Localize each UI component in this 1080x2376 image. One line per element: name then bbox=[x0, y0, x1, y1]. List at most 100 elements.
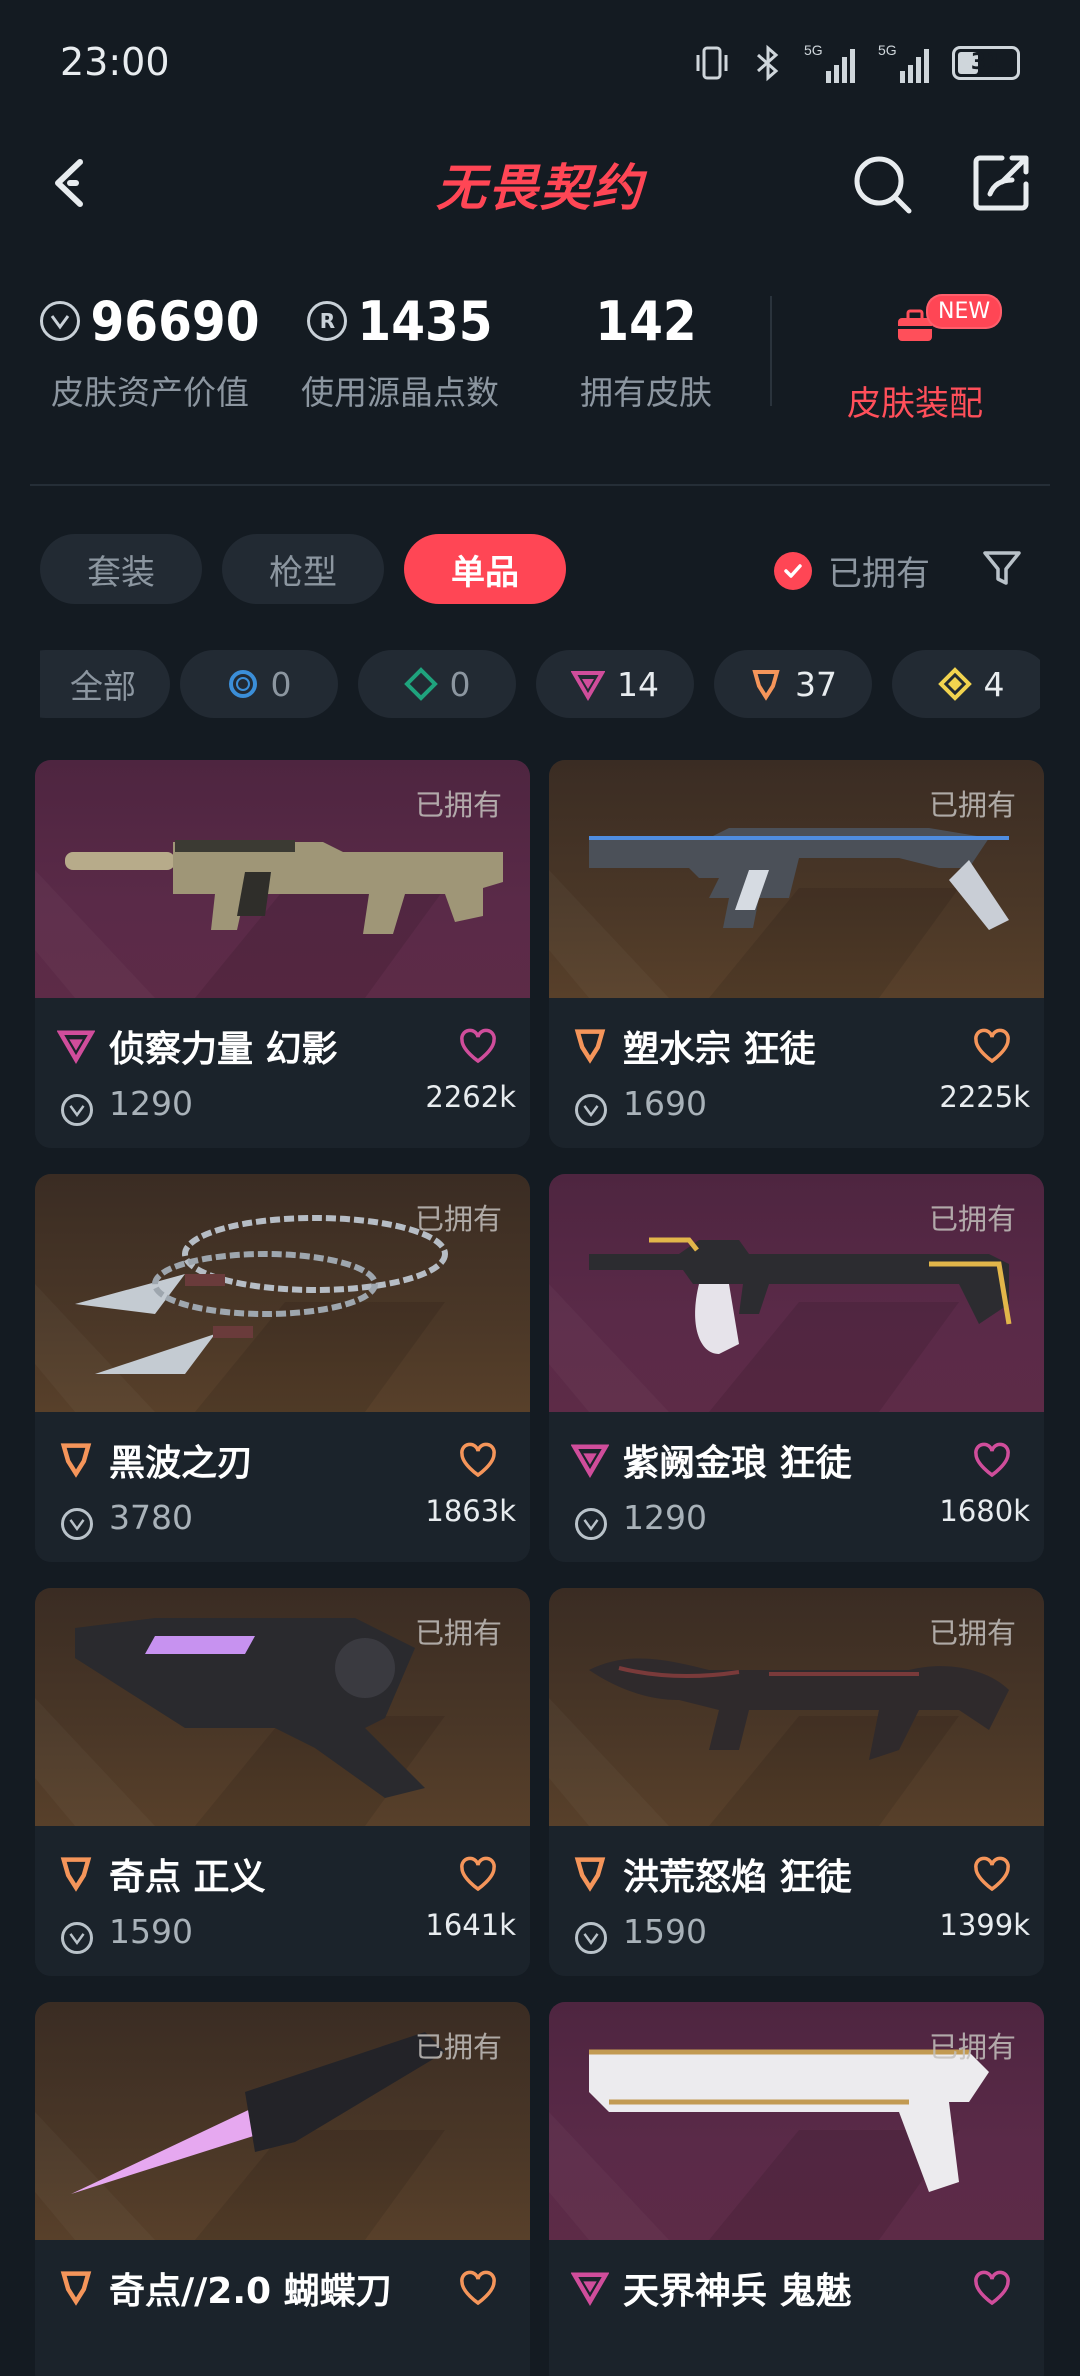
skin-price: 1290 bbox=[109, 1084, 193, 1123]
heart-icon[interactable] bbox=[458, 1856, 498, 1892]
skin-likes: 1641k bbox=[425, 1908, 516, 1942]
skin-name: 奇点 正义 bbox=[109, 1857, 266, 1898]
radianite-icon: R bbox=[307, 301, 348, 341]
skin-loadout-label: 皮肤装配 bbox=[847, 384, 983, 424]
vp-coin-icon bbox=[575, 1508, 607, 1540]
stat-value: 142 bbox=[595, 289, 697, 353]
stat-label: 皮肤资产价值 bbox=[51, 373, 249, 412]
chip-ultra[interactable]: 4 bbox=[892, 650, 1040, 718]
heart-icon[interactable] bbox=[458, 1028, 498, 1064]
skin-price: 1590 bbox=[109, 1912, 193, 1951]
tab-bundle[interactable]: 套装 bbox=[40, 534, 202, 604]
skin-likes: 1680k bbox=[939, 1494, 1030, 1528]
owned-tag: 已拥有 bbox=[928, 1202, 1016, 1236]
chip-count: 0 bbox=[449, 664, 471, 704]
owned-tag: 已拥有 bbox=[414, 1202, 502, 1236]
skin-image: 已拥有 bbox=[549, 1174, 1044, 1412]
app-header: 无畏契约 bbox=[0, 126, 1080, 246]
heart-icon[interactable] bbox=[458, 2270, 498, 2306]
owned-filter-label: 已拥有 bbox=[828, 554, 930, 594]
checkmark-icon bbox=[774, 551, 812, 590]
heart-icon[interactable] bbox=[972, 2270, 1012, 2306]
skin-likes: 1399k bbox=[939, 1908, 1030, 1942]
heart-icon[interactable] bbox=[972, 1856, 1012, 1892]
bluetooth-icon bbox=[757, 44, 779, 82]
deluxe-tier-icon bbox=[403, 667, 438, 701]
vp-coin-icon bbox=[61, 1922, 93, 1954]
stat-value: 1435 bbox=[357, 289, 493, 353]
owned-tag: 已拥有 bbox=[414, 1616, 502, 1650]
skin-likes: 1863k bbox=[425, 1494, 516, 1528]
skin-name: 塑水宗 狂徒 bbox=[623, 1029, 816, 1070]
skin-price: 1690 bbox=[623, 1084, 707, 1123]
skin-image: 已拥有 bbox=[35, 760, 530, 998]
exclusive-tier-icon bbox=[60, 2271, 92, 2306]
heart-icon[interactable] bbox=[458, 1442, 498, 1478]
exclusive-tier-icon bbox=[574, 1029, 606, 1064]
owned-tag: 已拥有 bbox=[928, 2030, 1016, 2064]
category-tabs: 套装 枪型 单品 bbox=[40, 534, 566, 604]
chip-all[interactable]: 全部 bbox=[40, 650, 170, 718]
vp-coin-icon bbox=[61, 1508, 93, 1540]
exclusive-tier-icon bbox=[752, 670, 780, 701]
heart-icon[interactable] bbox=[972, 1442, 1012, 1478]
skin-card[interactable]: 已拥有 天界神兵 鬼魅 bbox=[549, 2002, 1044, 2376]
status-bar: 23:00 5G 5G 31 bbox=[0, 0, 1080, 126]
premium-tier-icon bbox=[57, 1030, 95, 1064]
battery-icon: 31 bbox=[952, 46, 1020, 80]
tab-weapon-type[interactable]: 枪型 bbox=[222, 534, 384, 604]
skin-card[interactable]: 已拥有 黑波之刃 3780 1863k bbox=[35, 1174, 530, 1562]
skin-card[interactable]: 已拥有 紫阙金琅 狂徒 1290 1680k bbox=[549, 1174, 1044, 1562]
new-badge: NEW bbox=[926, 294, 1003, 329]
skin-card[interactable]: 已拥有 侦察力量 幻影 1290 2262k bbox=[35, 760, 530, 1148]
skin-card[interactable]: 已拥有 奇点 正义 1590 1641k bbox=[35, 1588, 530, 1976]
app-title: 无畏契约 bbox=[436, 159, 644, 217]
vp-coin-icon bbox=[61, 1094, 93, 1126]
stat-owned-skins: 142 拥有皮肤 bbox=[546, 290, 746, 414]
vp-coin-icon bbox=[575, 1922, 607, 1954]
skin-image: 已拥有 bbox=[549, 2002, 1044, 2240]
search-button[interactable] bbox=[850, 152, 916, 218]
stats-panel: 96690 皮肤资产价值 R 1435 使用源晶点数 142 拥有皮肤 NEW … bbox=[0, 260, 1080, 430]
owned-tag: 已拥有 bbox=[928, 1616, 1016, 1650]
stat-value: 96690 bbox=[90, 289, 260, 353]
skin-name: 奇点//2.0 蝴蝶刀 bbox=[109, 2271, 392, 2312]
skin-image: 已拥有 bbox=[549, 760, 1044, 998]
share-button[interactable] bbox=[968, 150, 1034, 216]
filter-icon[interactable] bbox=[980, 546, 1024, 590]
tab-single-item[interactable]: 单品 bbox=[404, 534, 566, 604]
owned-filter-toggle[interactable]: 已拥有 bbox=[774, 546, 930, 595]
premium-tier-icon bbox=[571, 2272, 609, 2306]
vibrate-icon bbox=[696, 46, 728, 80]
stats-divider bbox=[770, 296, 772, 406]
chip-count: 0 bbox=[270, 664, 292, 704]
vp-coin-icon bbox=[575, 1094, 607, 1126]
chip-deluxe[interactable]: 0 bbox=[358, 650, 516, 718]
skin-card[interactable]: 已拥有 奇点//2.0 蝴蝶刀 bbox=[35, 2002, 530, 2376]
stat-radianite: R 1435 使用源晶点数 bbox=[290, 290, 510, 414]
skin-card[interactable]: 已拥有 塑水宗 狂徒 1690 2225k bbox=[549, 760, 1044, 1148]
exclusive-tier-icon bbox=[574, 1857, 606, 1892]
exclusive-tier-icon bbox=[60, 1443, 92, 1478]
skin-card[interactable]: 已拥有 洪荒怒焰 狂徒 1590 1399k bbox=[549, 1588, 1044, 1976]
skin-name: 黑波之刃 bbox=[109, 1443, 254, 1484]
owned-tag: 已拥有 bbox=[414, 788, 502, 822]
skin-name: 紫阙金琅 狂徒 bbox=[623, 1443, 852, 1484]
status-icons: 5G 5G 31 bbox=[692, 40, 1020, 86]
stat-asset-value: 96690 皮肤资产价值 bbox=[40, 290, 260, 414]
skin-image: 已拥有 bbox=[35, 1588, 530, 1826]
skin-image: 已拥有 bbox=[35, 2002, 530, 2240]
chip-exclusive[interactable]: 37 bbox=[714, 650, 872, 718]
skin-loadout-button[interactable]: NEW 皮肤装配 bbox=[790, 278, 1040, 425]
signal-icon-2: 5G bbox=[878, 42, 929, 83]
owned-tag: 已拥有 bbox=[928, 788, 1016, 822]
chip-select[interactable]: 0 bbox=[180, 650, 338, 718]
heart-icon[interactable] bbox=[972, 1028, 1012, 1064]
chip-all-label: 全部 bbox=[70, 667, 136, 706]
skin-name: 侦察力量 幻影 bbox=[109, 1029, 338, 1070]
chip-premium[interactable]: 14 bbox=[536, 650, 694, 718]
skin-likes: 2262k bbox=[425, 1080, 516, 1114]
chip-count: 37 bbox=[795, 664, 837, 704]
section-divider bbox=[30, 484, 1050, 486]
skin-image: 已拥有 bbox=[35, 1174, 530, 1412]
